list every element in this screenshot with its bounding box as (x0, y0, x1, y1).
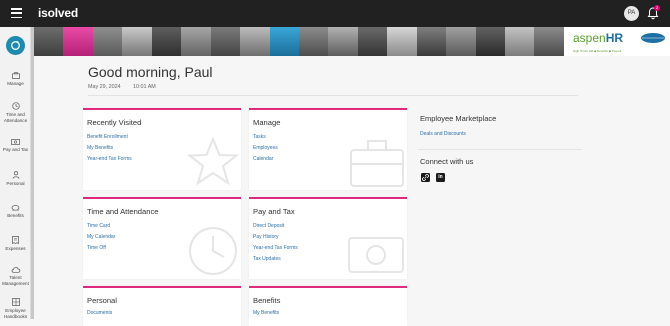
connect-title: Connect with us (420, 157, 474, 166)
briefcase-icon (11, 72, 20, 79)
sidebar-item-employee-handbooks[interactable]: Employee Handbooks (0, 298, 31, 319)
link-calendar[interactable]: Calendar (253, 156, 273, 162)
banner-photo (63, 27, 93, 56)
sidebar-item-label: Time and Attendance (3, 112, 28, 123)
avatar[interactable]: PA (624, 6, 639, 21)
top-bar: isolved PA 2 (0, 0, 670, 27)
card-title: Benefits (253, 296, 281, 305)
card-personal: Personal Documents (83, 286, 241, 326)
card-pay-and-tax: Pay and Tax Direct Deposit Pay History Y… (249, 197, 407, 279)
receipt-icon (12, 236, 19, 244)
current-date: May 29, 2024 (88, 84, 121, 90)
money-icon (11, 139, 20, 145)
app-logo[interactable]: isolved (38, 6, 78, 20)
sidebar-item-pay-and-tax[interactable]: Pay and Tax (0, 139, 31, 153)
card-benefits: Benefits My Benefits (249, 286, 407, 326)
marketplace-title: Employee Marketplace (420, 114, 497, 123)
book-icon (11, 298, 20, 306)
banner-photo (328, 27, 358, 56)
current-time: 10:01 AM (133, 84, 156, 90)
link-my-calendar[interactable]: My Calendar (87, 234, 115, 240)
clock-icon (11, 102, 20, 110)
menu-icon[interactable] (11, 8, 22, 19)
sidebar-item-label: Talent Management (2, 275, 29, 286)
partner-logo: aspenHR High Touch HR ◆ Benefits ◆ Payro… (564, 27, 670, 56)
sidebar-item-benefits[interactable]: Benefits (0, 204, 31, 219)
person-icon (12, 171, 19, 179)
sidebar-item-label: Personal (6, 181, 25, 186)
link-direct-deposit[interactable]: Direct Deposit (253, 223, 284, 229)
link-employees[interactable]: Employees (253, 145, 278, 151)
card-manage: Manage Tasks Employees Calendar (249, 108, 407, 190)
banner-photo (534, 27, 564, 56)
banner-photo (269, 27, 299, 56)
leaf-icon (641, 33, 665, 43)
partner-tagline: High Touch HR ◆ Benefits ◆ Payroll (573, 49, 622, 53)
link-my-benefits[interactable]: My Benefits (87, 145, 113, 151)
link-deals-and-discounts[interactable]: Deals and Discounts (420, 131, 466, 137)
banner-photo (416, 27, 447, 56)
link-time-card[interactable]: Time Card (87, 223, 110, 229)
photo-banner (34, 27, 564, 56)
sidebar-edge (31, 27, 34, 319)
cloud-icon (11, 267, 20, 273)
sidebar-item-manage[interactable]: Manage (0, 72, 31, 87)
sidebar: Manage Time and Attendance Pay and Tax P… (0, 27, 31, 319)
banner-photo (92, 27, 123, 56)
banner-photo (298, 27, 329, 56)
sidebar-item-label: Manage (7, 81, 24, 86)
card-recently-visited: Recently Visited Benefit Enrollment My B… (83, 108, 241, 190)
banner-photo (181, 27, 211, 56)
greeting-title: Good morning, Paul (88, 64, 213, 80)
card-title: Manage (253, 118, 281, 127)
link-tax-updates[interactable]: Tax Updates (253, 256, 281, 262)
card-time-and-attendance: Time and Attendance Time Card My Calenda… (83, 197, 241, 279)
card-title: Time and Attendance (87, 207, 159, 216)
banner-photo (210, 27, 241, 56)
sidebar-item-time-and-attendance[interactable]: Time and Attendance (0, 102, 31, 123)
link-benefit-enrollment[interactable]: Benefit Enrollment (87, 134, 128, 140)
link-documents[interactable]: Documents (87, 310, 112, 316)
banner-photo (505, 27, 535, 56)
banner-photo (151, 27, 182, 56)
link-year-end-tax-forms[interactable]: Year-end Tax Forms (87, 156, 132, 162)
banner-photo (240, 27, 270, 56)
link-time-off[interactable]: Time Off (87, 245, 106, 251)
link-pay-history[interactable]: Pay History (253, 234, 279, 240)
banner-photo (387, 27, 417, 56)
banner-photo (446, 27, 476, 56)
launch-icon[interactable] (6, 36, 25, 55)
sidebar-item-expenses[interactable]: Expenses (0, 236, 31, 252)
linkedin-icon[interactable]: in (436, 173, 445, 182)
sidebar-item-personal[interactable]: Personal (0, 171, 31, 187)
card-title: Personal (87, 296, 117, 305)
sidebar-item-label: Benefits (7, 213, 24, 218)
link-year-end-tax-forms[interactable]: Year-end Tax Forms (253, 245, 298, 251)
sidebar-item-label: Expenses (5, 246, 26, 251)
card-title: Pay and Tax (253, 207, 295, 216)
partner-brand-bold: HR (605, 31, 624, 45)
banner-photo (357, 27, 388, 56)
piggy-bank-icon (11, 205, 20, 211)
notification-badge: 2 (654, 5, 660, 11)
banner-photo (34, 27, 64, 56)
star-icon (187, 136, 239, 186)
briefcase-icon (350, 140, 404, 187)
sidebar-item-label: Employee Handbooks (3, 308, 28, 319)
card-title: Recently Visited (87, 118, 142, 127)
banner-photo (475, 27, 505, 56)
link-tasks[interactable]: Tasks (253, 134, 266, 140)
partner-brand-light: aspen (573, 31, 606, 45)
link-my-benefits[interactable]: My Benefits (253, 310, 279, 316)
sidebar-item-label: Pay and Tax (2, 147, 29, 152)
sidebar-item-talent-management[interactable]: Talent Management (0, 266, 31, 286)
divider (418, 149, 582, 150)
link-icon[interactable] (421, 173, 430, 182)
banner-photo (122, 27, 152, 56)
money-icon (348, 237, 404, 273)
clock-icon (189, 227, 237, 275)
divider (88, 95, 578, 96)
